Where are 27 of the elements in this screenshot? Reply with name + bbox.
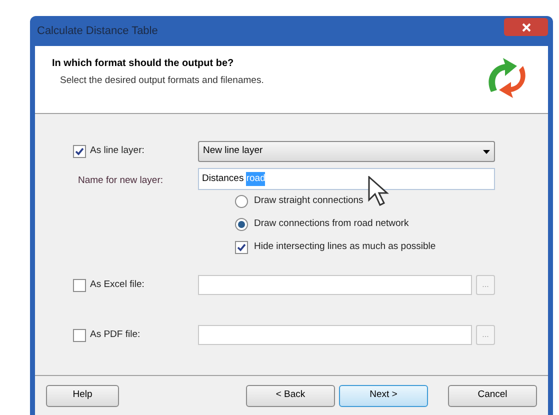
close-button[interactable] — [504, 18, 548, 36]
option-label: Hide intersecting lines as much as possible — [254, 240, 436, 254]
checkbox[interactable] — [235, 241, 248, 254]
checkbox-label: As PDF file: — [90, 328, 140, 342]
checkbox[interactable] — [73, 278, 86, 292]
checkbox[interactable] — [73, 145, 86, 158]
option-label: Draw straight connections — [254, 194, 364, 208]
dropdown-arrow-icon — [483, 150, 490, 154]
close-icon — [522, 22, 530, 32]
checkbox[interactable] — [73, 328, 86, 342]
header-subtitle: Select the desired output formats and filenames. — [59, 74, 264, 88]
window-title: Calculate Distance Table — [36, 24, 158, 39]
layer-dropdown[interactable]: New line layer — [198, 141, 495, 162]
dialog-button[interactable]: < Back — [246, 384, 335, 406]
file-path-field[interactable] — [198, 275, 472, 295]
name-field[interactable]: Distances road — [198, 168, 495, 190]
field-label: Name for new layer: — [78, 175, 164, 186]
checkbox-label: As Excel file: — [90, 278, 144, 292]
dialog-button[interactable]: Help — [46, 384, 119, 406]
file-path-field[interactable] — [198, 325, 472, 345]
header-title: In which format should the output be? — [52, 57, 235, 71]
dialog-button[interactable]: Next > — [339, 384, 428, 406]
radio-button[interactable] — [235, 195, 248, 208]
radio-button[interactable] — [235, 218, 248, 231]
checkbox-label: As line layer: — [90, 144, 144, 158]
dialog-button[interactable]: Cancel — [448, 384, 537, 406]
option-label: Draw connections from road network — [254, 217, 409, 232]
